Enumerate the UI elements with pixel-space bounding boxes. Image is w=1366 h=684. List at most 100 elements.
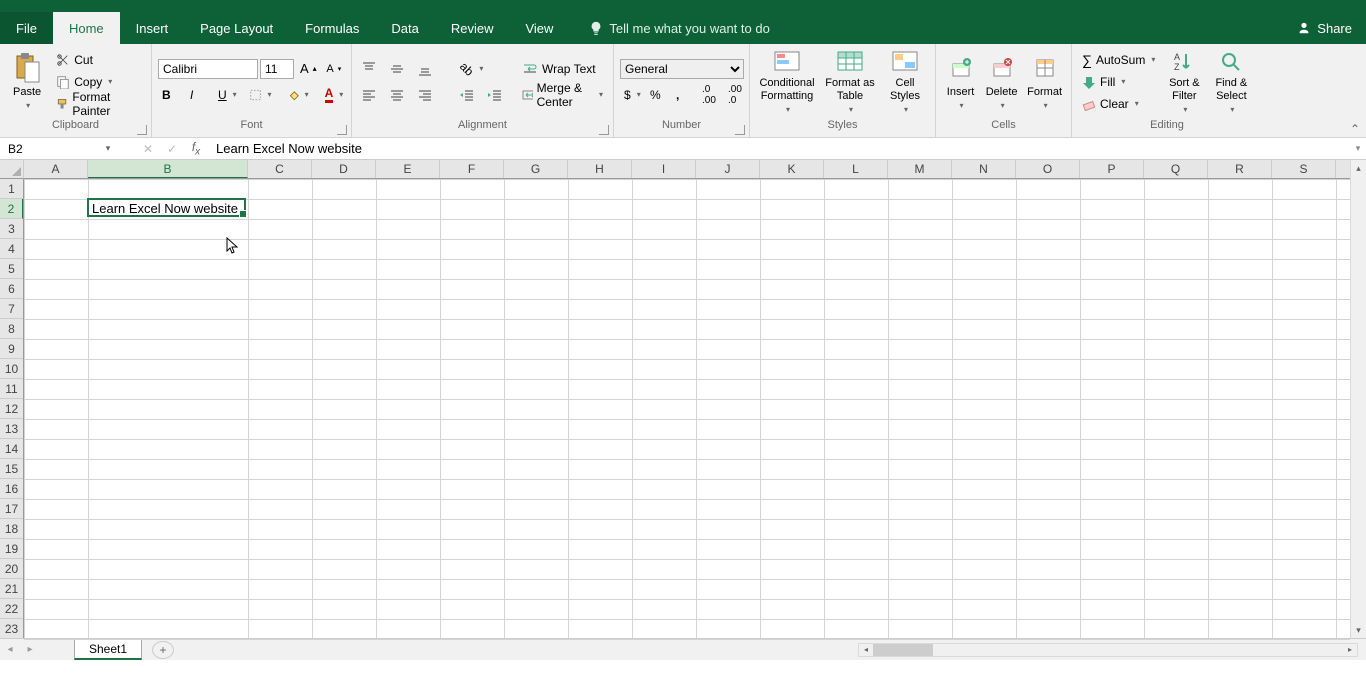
horizontal-scrollbar[interactable]: ◂ ▸ [858, 643, 1358, 657]
name-box-dropdown[interactable]: ▾ [100, 143, 116, 154]
decrease-font-button[interactable]: A▾ [322, 59, 345, 79]
merge-center-button[interactable]: Merge & Center▾ [518, 85, 607, 105]
font-name-input[interactable] [158, 59, 258, 79]
row-header[interactable]: 4 [0, 239, 23, 259]
tab-formulas[interactable]: Formulas [289, 12, 375, 44]
row-header[interactable]: 19 [0, 539, 23, 559]
column-header[interactable]: H [568, 160, 632, 178]
tab-view[interactable]: View [509, 12, 569, 44]
align-left-button[interactable] [358, 85, 380, 105]
scroll-up-icon[interactable]: ▴ [1351, 160, 1366, 176]
column-header[interactable]: B [88, 160, 248, 178]
accounting-format-button[interactable]: $▾ [620, 85, 640, 105]
underline-button[interactable]: U▾ [214, 85, 238, 105]
borders-button[interactable]: ▾ [246, 85, 275, 105]
row-header[interactable]: 6 [0, 279, 23, 299]
align-top-button[interactable] [358, 59, 380, 79]
row-header[interactable]: 16 [0, 479, 23, 499]
row-header[interactable]: 13 [0, 419, 23, 439]
fx-icon[interactable]: fx [184, 140, 208, 157]
delete-cells-button[interactable]: Delete▾ [983, 49, 1020, 115]
column-header[interactable]: L [824, 160, 888, 178]
align-right-button[interactable] [414, 85, 436, 105]
name-box[interactable] [0, 138, 100, 159]
column-header[interactable]: A [24, 160, 88, 178]
formula-input[interactable] [208, 138, 1350, 159]
column-header[interactable]: K [760, 160, 824, 178]
conditional-formatting-button[interactable]: Conditional Formatting▾ [756, 49, 818, 115]
find-select-button[interactable]: Find & Select▾ [1209, 49, 1253, 115]
increase-decimal-button[interactable]: .0.00 [698, 85, 718, 105]
dialog-launcher-icon[interactable] [337, 125, 347, 135]
next-sheet-button[interactable]: ▸ [20, 644, 40, 655]
tab-pagelayout[interactable]: Page Layout [184, 12, 289, 44]
clear-button[interactable]: Clear▾ [1078, 94, 1159, 114]
column-header[interactable]: R [1208, 160, 1272, 178]
share-button[interactable]: Share [1283, 12, 1366, 44]
enter-icon[interactable]: ✓ [160, 142, 184, 156]
align-bottom-button[interactable] [414, 59, 436, 79]
sort-filter-button[interactable]: AZSort & Filter▾ [1163, 49, 1205, 115]
column-header[interactable]: C [248, 160, 312, 178]
comma-format-button[interactable]: , [672, 85, 692, 105]
row-header[interactable]: 12 [0, 399, 23, 419]
row-header[interactable]: 18 [0, 519, 23, 539]
prev-sheet-button[interactable]: ◂ [0, 644, 20, 655]
expand-formula-bar[interactable]: ▾ [1350, 143, 1366, 154]
number-format-select[interactable]: General [620, 59, 744, 79]
tab-file[interactable]: File [0, 12, 53, 44]
paste-button[interactable]: Paste ▾ [6, 49, 48, 115]
cells-area[interactable]: Learn Excel Now website [24, 179, 1350, 638]
column-header[interactable]: E [376, 160, 440, 178]
row-header[interactable]: 17 [0, 499, 23, 519]
cancel-icon[interactable]: ✕ [136, 142, 160, 156]
row-header[interactable]: 22 [0, 599, 23, 619]
dialog-launcher-icon[interactable] [599, 125, 609, 135]
row-header[interactable]: 9 [0, 339, 23, 359]
row-header[interactable]: 15 [0, 459, 23, 479]
tell-me-search[interactable]: Tell me what you want to do [589, 12, 769, 44]
column-header[interactable]: Q [1144, 160, 1208, 178]
scroll-left-icon[interactable]: ◂ [859, 644, 873, 656]
cell-styles-button[interactable]: Cell Styles▾ [882, 49, 928, 115]
scroll-down-icon[interactable]: ▾ [1351, 622, 1366, 638]
align-middle-button[interactable] [386, 59, 408, 79]
percent-format-button[interactable]: % [646, 85, 666, 105]
select-all-button[interactable] [0, 160, 24, 179]
increase-indent-button[interactable] [484, 85, 506, 105]
row-header[interactable]: 20 [0, 559, 23, 579]
fill-color-button[interactable]: ▾ [284, 85, 313, 105]
decrease-decimal-button[interactable]: .00.0 [724, 85, 744, 105]
cut-button[interactable]: Cut [52, 50, 145, 70]
font-size-input[interactable] [260, 59, 294, 79]
row-header[interactable]: 7 [0, 299, 23, 319]
row-header[interactable]: 21 [0, 579, 23, 599]
row-header[interactable]: 11 [0, 379, 23, 399]
copy-button[interactable]: Copy▾ [52, 72, 145, 92]
collapse-ribbon-button[interactable]: ⌃ [1350, 122, 1360, 136]
column-header[interactable]: J [696, 160, 760, 178]
column-header[interactable]: M [888, 160, 952, 178]
column-header[interactable]: O [1016, 160, 1080, 178]
format-cells-button[interactable]: Format▾ [1024, 49, 1065, 115]
dialog-launcher-icon[interactable] [735, 125, 745, 135]
column-header[interactable]: D [312, 160, 376, 178]
insert-cells-button[interactable]: Insert▾ [942, 49, 979, 115]
decrease-indent-button[interactable] [456, 85, 478, 105]
align-center-button[interactable] [386, 85, 408, 105]
row-header[interactable]: 14 [0, 439, 23, 459]
fill-button[interactable]: Fill▾ [1078, 72, 1159, 92]
new-sheet-button[interactable]: + [152, 641, 174, 659]
row-header[interactable]: 3 [0, 219, 23, 239]
scroll-right-icon[interactable]: ▸ [1343, 644, 1357, 656]
wrap-text-button[interactable]: Wrap Text [518, 59, 607, 79]
row-header[interactable]: 8 [0, 319, 23, 339]
tab-data[interactable]: Data [375, 12, 434, 44]
row-header[interactable]: 5 [0, 259, 23, 279]
row-header[interactable]: 1 [0, 179, 23, 199]
autosum-button[interactable]: ∑AutoSum▾ [1078, 50, 1159, 70]
tab-insert[interactable]: Insert [120, 12, 185, 44]
row-header[interactable]: 23 [0, 619, 23, 639]
dialog-launcher-icon[interactable] [137, 125, 147, 135]
row-header[interactable]: 2 [0, 199, 23, 219]
